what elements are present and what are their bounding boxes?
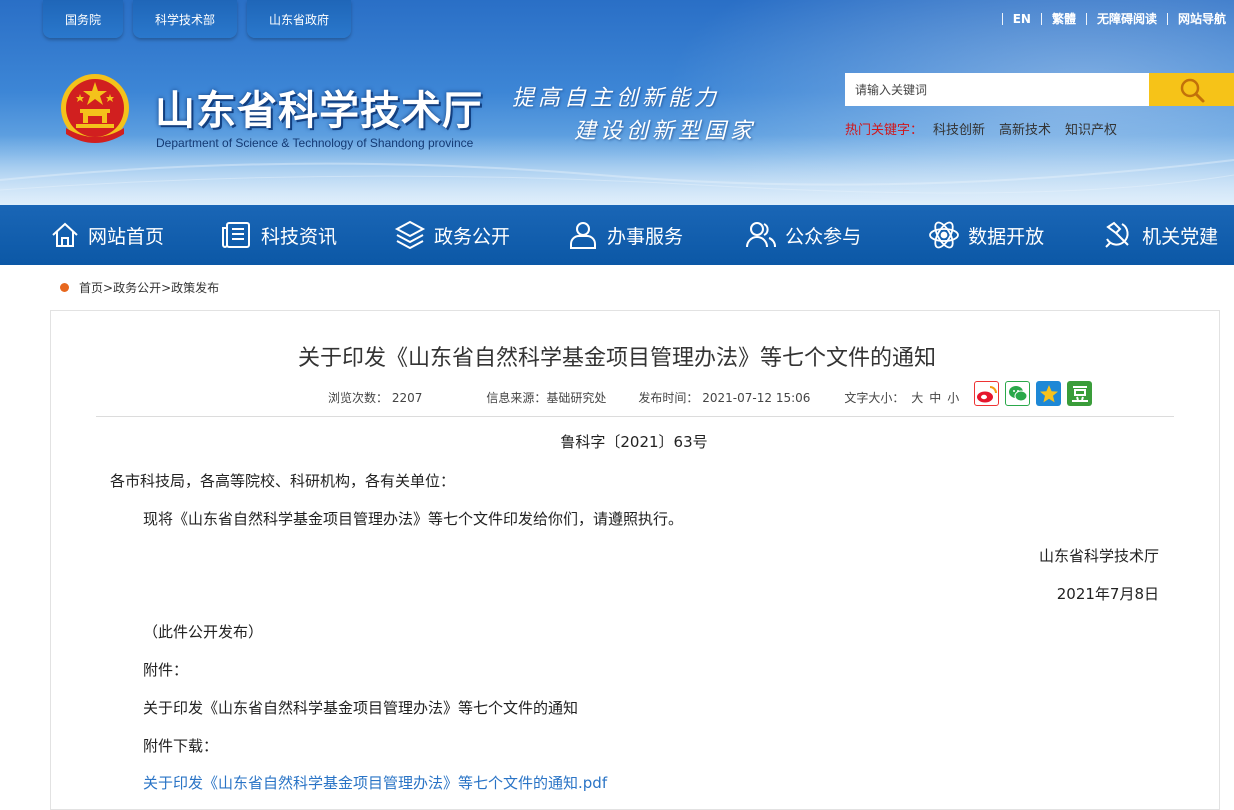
article-title: 关于印发《山东省自然科学基金项目管理办法》等七个文件的通知 xyxy=(297,346,936,371)
salutation: 各市科技局，各高等院校、科研机构，各有关单位： xyxy=(110,472,456,490)
nav-label: 政务公开 xyxy=(434,225,511,248)
search-input[interactable] xyxy=(845,73,1149,106)
wechat-icon[interactable] xyxy=(1005,381,1030,406)
breadcrumb-home[interactable]: 首页 xyxy=(79,279,103,296)
share-bar xyxy=(974,381,1092,406)
publish-date: 2021-07-12 15:06 xyxy=(702,391,811,405)
search-button[interactable] xyxy=(1149,73,1234,106)
site-title[interactable]: 山东省科学技术厅 xyxy=(155,78,483,136)
source-value: 基础研究处 xyxy=(546,391,607,405)
weibo-icon[interactable] xyxy=(974,381,999,406)
top-tab-sdgov[interactable]: 山东省政府 xyxy=(247,0,352,38)
breadcrumb-separator: > xyxy=(103,280,114,295)
douban-glyph xyxy=(1071,385,1088,402)
hot-keywords: 热门关键字： 科技创新 高新技术 知识产权 xyxy=(845,119,1117,138)
layers-icon xyxy=(394,220,426,250)
search-icon xyxy=(1180,78,1204,102)
english-link[interactable]: EN xyxy=(1013,12,1031,26)
main-nav: 网站首页 科技资讯 政务公开 办事服务 公众参与 数据开放 机关党建 xyxy=(0,205,1234,265)
nav-label: 机关党建 xyxy=(1142,225,1219,248)
header-banner: 国务院 科学技术部 山东省政府 EN 繁體 无障碍阅读 网站导航 山东省科学技术… xyxy=(0,0,1234,205)
atom-icon xyxy=(929,221,959,249)
sign-date: 2021年7月8日 xyxy=(1056,585,1159,603)
slogan-line-1: 提高自主创新能力 xyxy=(512,86,721,111)
nav-services[interactable]: 办事服务 xyxy=(567,205,683,265)
users-icon xyxy=(746,222,777,248)
attachment-item: 关于印发《山东省自然科学基金项目管理办法》等七个文件的通知 xyxy=(143,699,579,717)
font-size-large[interactable]: 大 xyxy=(911,391,923,405)
breadcrumb-gov-affairs[interactable]: 政务公开 xyxy=(113,279,161,296)
font-size-label: 文字大小： xyxy=(844,391,905,405)
divider xyxy=(96,416,1174,417)
party-icon xyxy=(1105,221,1129,248)
home-icon xyxy=(52,222,78,247)
document-number: 鲁科字〔2021〕63号 xyxy=(560,433,708,451)
breadcrumb: 首页 > 政务公开 > 政策发布 xyxy=(60,279,219,296)
hot-keywords-label: 热门关键字： xyxy=(845,123,924,138)
divider xyxy=(1001,12,1003,25)
nav-label: 科技资讯 xyxy=(261,225,338,248)
traditional-chinese-link[interactable]: 繁體 xyxy=(1052,10,1076,27)
nav-home[interactable]: 网站首页 xyxy=(50,205,164,265)
star-glyph xyxy=(1039,384,1058,402)
signer: 山东省科学技术厅 xyxy=(1038,547,1159,565)
top-tab-guowuyuan[interactable]: 国务院 xyxy=(43,0,124,38)
body-paragraph: 现将《山东省自然科学基金项目管理办法》等七个文件印发给你们，请遵照执行。 xyxy=(143,510,684,528)
hot-keyword[interactable]: 知识产权 xyxy=(1065,119,1117,138)
views-count: 2207 xyxy=(391,391,423,405)
slogan-line-2: 建设创新型国家 xyxy=(574,119,757,144)
breadcrumb-separator: > xyxy=(161,280,172,295)
top-tab-most[interactable]: 科学技术部 xyxy=(133,0,238,38)
date-info: 发布时间： 2021-07-12 15:06 xyxy=(638,389,810,406)
views-label: 浏览次数： xyxy=(328,391,389,405)
article-meta: 浏览次数： 2207 信息来源：基础研究处 发布时间： 2021-07-12 1… xyxy=(328,389,962,406)
divider xyxy=(1040,12,1042,25)
views-info: 浏览次数： 2207 xyxy=(328,389,422,406)
nav-gov-affairs[interactable]: 政务公开 xyxy=(394,205,510,265)
nav-open-data[interactable]: 数据开放 xyxy=(928,205,1044,265)
accessibility-link[interactable]: 无障碍阅读 xyxy=(1097,10,1157,27)
top-tabs: 国务院 科学技术部 山东省政府 xyxy=(43,0,352,38)
search-box xyxy=(845,73,1234,106)
nav-label: 公众参与 xyxy=(785,225,862,248)
divider xyxy=(1085,12,1087,25)
site-nav-link[interactable]: 网站导航 xyxy=(1178,10,1226,27)
douban-icon[interactable] xyxy=(1067,381,1092,406)
wechat-glyph xyxy=(1008,385,1027,401)
qzone-icon[interactable] xyxy=(1036,381,1061,406)
pdf-download-link[interactable]: 关于印发《山东省自然科学基金项目管理办法》等七个文件的通知.pdf xyxy=(143,774,607,792)
download-label: 附件下载： xyxy=(143,737,219,755)
font-size-small[interactable]: 小 xyxy=(947,391,959,405)
nav-label: 办事服务 xyxy=(607,225,684,248)
nav-label: 网站首页 xyxy=(88,225,165,248)
nav-label: 数据开放 xyxy=(968,225,1045,248)
divider xyxy=(1166,12,1168,25)
attachment-label: 附件： xyxy=(143,661,189,679)
date-label: 发布时间： xyxy=(638,391,699,405)
public-note: （此件公开发布） xyxy=(143,623,264,641)
hot-keyword[interactable]: 高新技术 xyxy=(999,119,1051,138)
source-label: 信息来源： xyxy=(486,391,547,405)
site-subtitle: Department of Science & Technology of Sh… xyxy=(156,136,474,150)
hot-keyword[interactable]: 科技创新 xyxy=(933,119,985,138)
weibo-glyph xyxy=(976,385,997,402)
nav-party[interactable]: 机关党建 xyxy=(1102,205,1218,265)
font-size-medium[interactable]: 中 xyxy=(929,391,941,405)
font-size-control: 文字大小： 大中小 xyxy=(844,389,962,406)
user-service-icon xyxy=(570,222,597,249)
national-emblem-icon[interactable] xyxy=(58,72,132,148)
bullet-icon xyxy=(60,283,69,292)
news-icon xyxy=(222,222,251,248)
nav-participation[interactable]: 公众参与 xyxy=(745,205,861,265)
source-info: 信息来源：基础研究处 xyxy=(486,389,606,406)
top-links: EN 繁體 无障碍阅读 网站导航 xyxy=(992,10,1226,27)
breadcrumb-policy[interactable]: 政策发布 xyxy=(171,279,219,296)
nav-news[interactable]: 科技资讯 xyxy=(221,205,337,265)
